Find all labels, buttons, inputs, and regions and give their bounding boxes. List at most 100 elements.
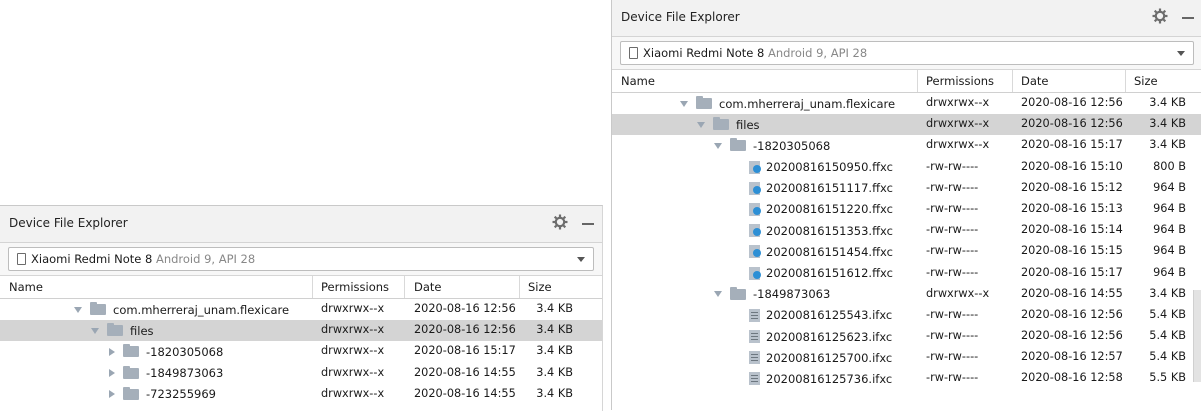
expand-arrow-icon[interactable]: [714, 142, 722, 149]
size-cell: 5.4 KB: [1149, 329, 1186, 343]
device-meta: Android 9, API 28: [767, 46, 868, 60]
name-cell: 20200816151117.ffxc: [729, 178, 893, 199]
user-file-icon: [749, 266, 761, 280]
table-row[interactable]: 20200816150950.ffxc -rw-rw---- 2020-08-16 …: [612, 157, 1201, 178]
file-name: -1849873063: [146, 366, 224, 381]
gear-icon[interactable]: [552, 214, 568, 230]
name-cell: 20200816125700.ifxc: [729, 347, 892, 368]
col-permissions-header[interactable]: Permissions: [926, 74, 994, 88]
permissions-cell: drwxrwx--x: [321, 365, 385, 379]
minimize-icon[interactable]: [1182, 17, 1194, 19]
name-cell: com.mherreraj_unam.flexicare: [678, 93, 895, 114]
collapse-arrow-icon[interactable]: [109, 369, 115, 378]
table-row[interactable]: 20200816125543.ifxc -rw-rw---- 2020-08-16 …: [612, 305, 1201, 326]
file-name: com.mherreraj_unam.flexicare: [719, 96, 896, 111]
document-file-icon: [749, 308, 760, 322]
folder-icon: [107, 323, 123, 337]
name-cell: files: [695, 114, 760, 135]
table-row[interactable]: -723255969 drwxrwx--x 2020-08-16 14:55 3.4 …: [0, 384, 602, 405]
col-name-header[interactable]: Name: [9, 280, 43, 294]
table-row[interactable]: files drwxrwx--x 2020-08-16 12:56 3.4 KB: [612, 114, 1201, 136]
panel-title: Device File Explorer: [9, 216, 128, 230]
size-cell: 3.4 KB: [1149, 286, 1186, 300]
file-name: 20200816125700.ifxc: [766, 350, 893, 365]
table-row[interactable]: 20200816125736.ifxc -rw-rw---- 2020-08-16 …: [612, 368, 1201, 389]
table-row[interactable]: 20200816151612.ffxc -rw-rw---- 2020-08-16 …: [612, 263, 1201, 284]
name-cell: 20200816125623.ifxc: [729, 326, 892, 347]
table-row[interactable]: 20200816151454.ffxc -rw-rw---- 2020-08-16 …: [612, 241, 1201, 262]
col-date-header[interactable]: Date: [1021, 74, 1049, 88]
expand-arrow-icon[interactable]: [714, 291, 722, 298]
permissions-cell: -rw-rw----: [926, 371, 979, 385]
permissions-cell: drwxrwx--x: [926, 117, 990, 131]
folder-icon: [696, 96, 712, 109]
date-cell: 2020-08-16 14:55: [414, 386, 516, 400]
date-cell: 2020-08-16 15:15: [1021, 244, 1123, 258]
table-row[interactable]: -1820305068 drwxrwx--x 2020-08-16 15:17 3.4…: [0, 341, 602, 362]
table-row[interactable]: 20200816125700.ifxc -rw-rw---- 2020-08-16 …: [612, 347, 1201, 368]
permissions-cell: -rw-rw----: [926, 201, 979, 215]
table-row[interactable]: -1849873063 drwxrwx--x 2020-08-16 14:55 3.4…: [0, 363, 602, 384]
table-row[interactable]: 20200816151220.ffxc -rw-rw---- 2020-08-16 …: [612, 199, 1201, 220]
date-cell: 2020-08-16 12:56: [414, 302, 516, 315]
expand-arrow-icon[interactable]: [91, 327, 99, 334]
file-tree: com.mherreraj_unam.flexicare drwxrwx--x 20…: [612, 93, 1201, 390]
gear-icon[interactable]: [1152, 8, 1168, 24]
table-row[interactable]: com.mherreraj_unam.flexicare drwxrwx--x 20…: [0, 299, 602, 320]
size-cell: 964 B: [1153, 201, 1186, 215]
user-file-icon: [749, 224, 761, 238]
table-row[interactable]: files drwxrwx--x 2020-08-16 12:56 3.4 KB: [0, 320, 602, 342]
table-row[interactable]: 20200816151117.ffxc -rw-rw---- 2020-08-16 …: [612, 178, 1201, 199]
permissions-cell: -rw-rw----: [926, 350, 979, 364]
device-file-explorer-panel-large: Device File Explorer Xiaomi Redmi Note 8…: [611, 0, 1201, 410]
permissions-cell: -rw-rw----: [926, 244, 979, 258]
col-name-header[interactable]: Name: [621, 74, 655, 88]
table-row[interactable]: 20200816151353.ffxc -rw-rw---- 2020-08-16 …: [612, 220, 1201, 241]
col-date-header[interactable]: Date: [414, 280, 442, 294]
size-cell: 3.4 KB: [1149, 138, 1186, 152]
document-file-icon: [749, 372, 760, 386]
device-label: Xiaomi Redmi Note 8 Android 9, API 28: [31, 252, 255, 266]
date-cell: 2020-08-16 12:56: [1021, 329, 1123, 343]
col-size-header[interactable]: Size: [528, 280, 552, 294]
collapse-arrow-icon[interactable]: [109, 347, 115, 356]
name-cell: 20200816125736.ifxc: [729, 368, 892, 389]
name-cell: -1820305068: [106, 341, 223, 362]
expand-arrow-icon[interactable]: [697, 121, 705, 128]
device-meta: Android 9, API 28: [155, 252, 256, 266]
device-select[interactable]: Xiaomi Redmi Note 8 Android 9, API 28: [8, 247, 594, 271]
device-select[interactable]: Xiaomi Redmi Note 8 Android 9, API 28: [620, 41, 1194, 65]
permissions-cell: -rw-rw----: [926, 180, 979, 194]
expand-arrow-icon[interactable]: [74, 306, 82, 313]
permissions-cell: drwxrwx--x: [321, 323, 385, 337]
scrollbar-thumb[interactable]: [1193, 290, 1201, 382]
chevron-down-icon: [1177, 51, 1185, 56]
table-row[interactable]: com.mherreraj_unam.flexicare drwxrwx--x 20…: [612, 93, 1201, 114]
file-tree: com.mherreraj_unam.flexicare drwxrwx--x 20…: [0, 299, 602, 405]
col-permissions-header[interactable]: Permissions: [321, 280, 389, 294]
chevron-down-icon: [577, 257, 585, 262]
size-cell: 964 B: [1153, 265, 1186, 279]
file-name: 20200816151454.ffxc: [766, 244, 893, 259]
expand-arrow-icon[interactable]: [680, 100, 688, 107]
minimize-icon[interactable]: [582, 223, 594, 225]
date-cell: 2020-08-16 12:57: [1021, 350, 1123, 364]
user-file-icon: [749, 202, 761, 216]
file-name: -1849873063: [753, 287, 831, 302]
size-cell: 5.5 KB: [1149, 371, 1186, 385]
collapse-arrow-icon[interactable]: [109, 390, 115, 399]
permissions-cell: drwxrwx--x: [321, 302, 385, 315]
table-row[interactable]: -1849873063 drwxrwx--x 2020-08-16 14:55 3.4…: [612, 284, 1201, 305]
col-size-header[interactable]: Size: [1134, 74, 1158, 88]
size-cell: 5.4 KB: [1149, 350, 1186, 364]
size-cell: 964 B: [1153, 223, 1186, 237]
folder-icon: [90, 302, 106, 315]
device-name: Xiaomi Redmi Note 8: [643, 46, 765, 60]
date-cell: 2020-08-16 15:17: [414, 344, 516, 358]
size-cell: 5.4 KB: [1149, 307, 1186, 321]
file-name: 20200816125736.ifxc: [766, 371, 893, 386]
phone-icon: [17, 253, 26, 265]
permissions-cell: -rw-rw----: [926, 265, 979, 279]
table-row[interactable]: 20200816125623.ifxc -rw-rw---- 2020-08-16 …: [612, 326, 1201, 347]
table-row[interactable]: -1820305068 drwxrwx--x 2020-08-16 15:17 3.4…: [612, 135, 1201, 156]
